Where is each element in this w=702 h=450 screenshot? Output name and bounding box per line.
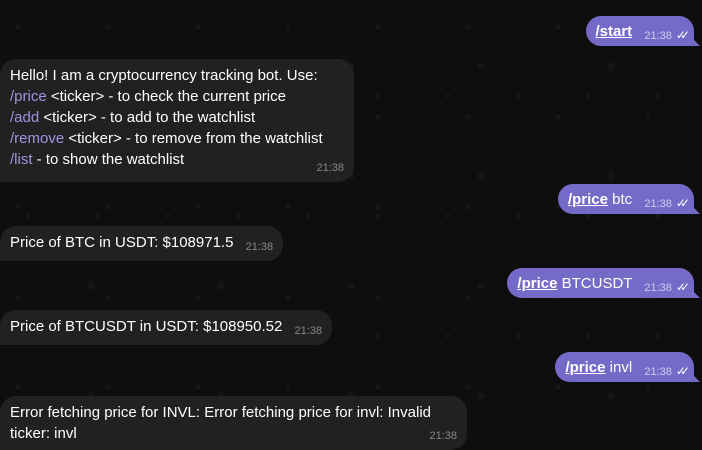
incoming-message: Error fetching price for INVL: Error fet… xyxy=(0,396,467,450)
message-text: Error fetching price for INVL: Error fet… xyxy=(10,404,431,442)
command-link[interactable]: /price xyxy=(565,359,605,376)
double-check-icon: ✓✓ xyxy=(675,280,690,294)
message-time: 21:38 xyxy=(245,241,274,253)
command-link[interactable]: /price xyxy=(568,191,608,208)
message-time: 21:38 xyxy=(429,430,457,442)
outgoing-message: /price invl 21:38 ✓✓ xyxy=(555,352,700,382)
message-time: 21:38 ✓✓ xyxy=(644,280,690,294)
command-link[interactable]: /price xyxy=(10,88,47,105)
command-link[interactable]: /add xyxy=(10,109,39,126)
message-time: 21:38 ✓✓ xyxy=(644,196,690,210)
incoming-message: Price of BTCUSDT in USDT: $108950.52 21:… xyxy=(0,310,333,345)
help-line: /remove <ticker> - to remove from the wa… xyxy=(10,130,323,147)
double-check-icon: ✓✓ xyxy=(675,28,690,42)
message-time: 21:38 xyxy=(316,162,344,174)
command-link[interactable]: /list xyxy=(10,151,33,168)
command-link[interactable]: /remove xyxy=(10,130,64,147)
double-check-icon: ✓✓ xyxy=(675,364,690,378)
message-time: 21:38 xyxy=(294,325,323,337)
message-text: Price of BTCUSDT in USDT: $108950.52 xyxy=(10,318,283,335)
help-line: /add <ticker> - to add to the watchlist xyxy=(10,109,256,126)
message-text: Price of BTC in USDT: $108971.5 xyxy=(10,234,234,251)
message-time: 21:38 ✓✓ xyxy=(644,28,690,42)
incoming-message: Price of BTC in USDT: $108971.5 21:38 xyxy=(0,226,284,261)
command-link[interactable]: /price xyxy=(517,275,557,292)
help-line: /price <ticker> - to check the current p… xyxy=(10,88,286,105)
outgoing-message: /price btc 21:38 ✓✓ xyxy=(557,184,700,214)
message-text: Hello! I am a cryptocurrency tracking bo… xyxy=(10,67,318,84)
double-check-icon: ✓✓ xyxy=(675,196,690,210)
outgoing-message: /price BTCUSDT 21:38 ✓✓ xyxy=(507,268,700,298)
outgoing-message: /start 21:38 ✓✓ xyxy=(585,16,700,46)
incoming-message: Hello! I am a cryptocurrency tracking bo… xyxy=(0,59,354,182)
help-line: /list - to show the watchlist 21:38 xyxy=(10,149,344,174)
message-time: 21:38 ✓✓ xyxy=(644,364,690,378)
command-link[interactable]: /start xyxy=(596,23,633,40)
